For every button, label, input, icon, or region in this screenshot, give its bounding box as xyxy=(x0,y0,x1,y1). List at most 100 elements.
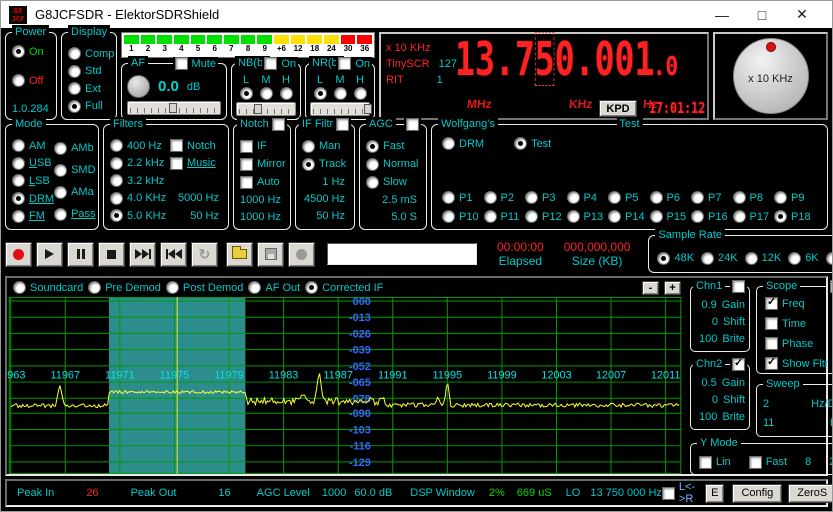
display-std-option[interactable]: Std xyxy=(68,65,111,78)
source-radio[interactable] xyxy=(305,281,318,294)
frequency-digits[interactable]: 13.750.001 xyxy=(455,32,654,86)
stop-button[interactable] xyxy=(98,242,125,267)
agc-radio[interactable] xyxy=(366,176,379,189)
mode-smd-option[interactable]: SMD xyxy=(54,164,95,177)
notch-checkbox[interactable] xyxy=(240,176,253,189)
preset-p2-option[interactable]: P2 xyxy=(484,191,524,204)
scope-checkbox[interactable] xyxy=(765,317,778,330)
if-filter-enable-checkbox[interactable] xyxy=(336,118,349,131)
preset-radio[interactable] xyxy=(442,210,455,223)
source-soundcard-option[interactable]: Soundcard xyxy=(13,281,83,294)
scope-checkbox[interactable] xyxy=(765,297,778,310)
frequency-digit-cursor[interactable]: 5 xyxy=(535,32,555,86)
nb-level-radio[interactable] xyxy=(280,87,293,100)
sample-rate-radio[interactable] xyxy=(701,252,714,265)
mode-drm-option[interactable]: DRM xyxy=(12,192,54,205)
mode-fm-option[interactable]: FM xyxy=(12,210,54,223)
preset-p14-option[interactable]: P14 xyxy=(608,210,648,223)
nr-on-checkbox[interactable] xyxy=(338,57,351,70)
sample-rate-3k-option[interactable]: 3k xyxy=(826,252,833,265)
filters-3-2-khz-option[interactable]: 3.2 kHz xyxy=(110,174,170,187)
nb-level-h[interactable]: H xyxy=(280,74,293,100)
preset-radio[interactable] xyxy=(567,210,580,223)
minimize-button[interactable]: — xyxy=(702,7,742,23)
preset-radio[interactable] xyxy=(442,191,455,204)
source-radio[interactable] xyxy=(13,281,26,294)
nb-level-radio[interactable] xyxy=(260,87,273,100)
display-radio[interactable] xyxy=(68,100,81,113)
filters-checkbox[interactable] xyxy=(170,157,183,170)
filters-400-hz-option[interactable]: 400 Hz xyxy=(110,139,170,152)
filters-5-0-khz-option[interactable]: 5.0 KHz xyxy=(110,209,170,222)
notch-enable-checkbox[interactable] xyxy=(272,118,285,131)
mode-radio[interactable] xyxy=(54,164,67,177)
scope-phase-option[interactable]: Phase xyxy=(765,337,833,350)
chn1-enable-checkbox[interactable] xyxy=(732,280,745,293)
record-button[interactable] xyxy=(5,242,32,267)
mode-ama-option[interactable]: AMa xyxy=(54,186,95,199)
zoom-in-button[interactable]: + xyxy=(664,281,681,295)
sample-rate-radio[interactable] xyxy=(745,252,758,265)
if-filter-radio[interactable] xyxy=(302,158,315,171)
filters-radio[interactable] xyxy=(110,174,123,187)
mode-am-option[interactable]: AM xyxy=(12,139,54,152)
display-radio[interactable] xyxy=(68,47,81,60)
source-radio[interactable] xyxy=(166,281,179,294)
source-radio[interactable] xyxy=(248,281,261,294)
preset-p16-option[interactable]: P16 xyxy=(691,210,731,223)
wolfgang-drm-option[interactable]: DRM xyxy=(442,137,484,150)
wolfgang-radio[interactable] xyxy=(514,137,527,150)
nr-level-l[interactable]: L xyxy=(314,74,327,100)
power-on-radio[interactable] xyxy=(12,45,25,58)
preset-radio[interactable] xyxy=(525,191,538,204)
power-off-radio[interactable] xyxy=(12,74,25,87)
agc-fast-option[interactable]: Fast xyxy=(366,140,421,153)
agc-slow-option[interactable]: Slow xyxy=(366,176,421,189)
preset-p8-option[interactable]: P8 xyxy=(733,191,773,204)
scope-freq-option[interactable]: Freq xyxy=(765,297,833,310)
scope-checkbox[interactable] xyxy=(765,337,778,350)
mode-lsb-option[interactable]: LSB xyxy=(12,174,54,187)
af-slider[interactable] xyxy=(127,101,221,115)
if-filter-radio[interactable] xyxy=(302,140,315,153)
nr-level-radio[interactable] xyxy=(354,87,367,100)
mode-radio[interactable] xyxy=(12,192,25,205)
close-button[interactable]: ✕ xyxy=(782,6,822,23)
preset-p4-option[interactable]: P4 xyxy=(567,191,607,204)
zeros-button[interactable]: ZeroS xyxy=(788,484,833,503)
notch-checkbox[interactable] xyxy=(240,140,253,153)
preset-p5-option[interactable]: P5 xyxy=(608,191,648,204)
agc-radio[interactable] xyxy=(366,140,379,153)
monitor-button[interactable] xyxy=(288,242,315,267)
display-radio[interactable] xyxy=(68,82,81,95)
source-radio[interactable] xyxy=(88,281,101,294)
power-off-option[interactable]: Off xyxy=(12,74,51,87)
filters-music-option[interactable]: Music xyxy=(170,157,223,170)
nb-level-m[interactable]: M xyxy=(260,74,273,100)
sample-rate-6k-option[interactable]: 6K xyxy=(788,252,818,265)
filters-checkbox[interactable] xyxy=(170,139,183,152)
power-on-option[interactable]: On xyxy=(12,45,51,58)
nb-slider[interactable] xyxy=(236,102,296,116)
preset-p3-option[interactable]: P3 xyxy=(525,191,565,204)
preset-radio[interactable] xyxy=(691,191,704,204)
nr-level-radio[interactable] xyxy=(334,87,347,100)
preset-radio[interactable] xyxy=(484,210,497,223)
nb-level-l[interactable]: L xyxy=(240,74,253,100)
spectrum-display[interactable]: 1196311967119711197511979119831198711991… xyxy=(7,297,683,474)
af-mute-checkbox[interactable] xyxy=(175,57,188,70)
if-filter-man-option[interactable]: Man xyxy=(302,140,349,153)
sample-rate-radio[interactable] xyxy=(657,252,670,265)
preset-p6-option[interactable]: P6 xyxy=(650,191,690,204)
y-mode-fast-checkbox[interactable] xyxy=(749,456,762,469)
preset-radio[interactable] xyxy=(608,210,621,223)
mode-radio[interactable] xyxy=(12,174,25,187)
agc-normal-option[interactable]: Normal xyxy=(366,158,421,171)
preset-p13-option[interactable]: P13 xyxy=(567,210,607,223)
preset-p11-option[interactable]: P11 xyxy=(484,210,524,223)
preset-p9-option[interactable]: P9 xyxy=(774,191,814,204)
source-pre-demod-option[interactable]: Pre Demod xyxy=(88,281,161,294)
agc-radio[interactable] xyxy=(366,158,379,171)
wolfgang-radio[interactable] xyxy=(442,137,455,150)
nr-level-m[interactable]: M xyxy=(334,74,347,100)
